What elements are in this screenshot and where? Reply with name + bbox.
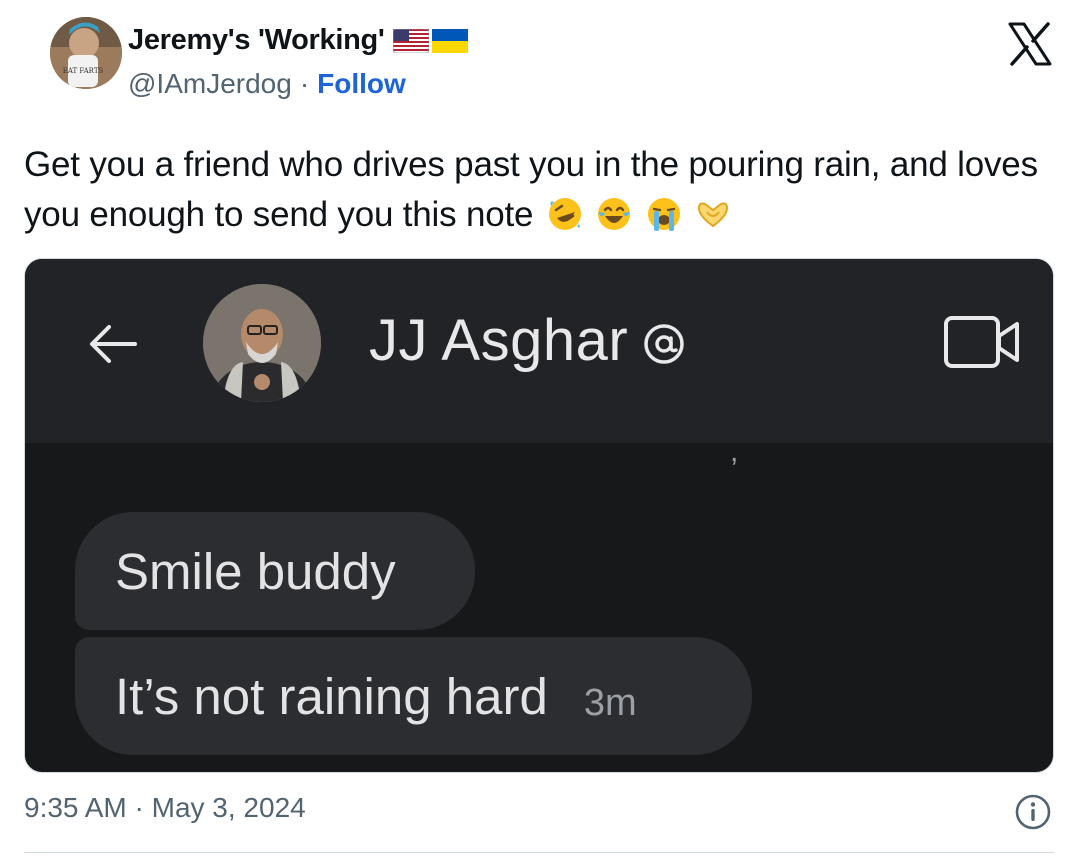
tweet-text: Get you a friend who drives past you in …	[24, 140, 1054, 240]
info-icon[interactable]	[1014, 793, 1052, 831]
x-logo-icon[interactable]	[1006, 20, 1054, 68]
rolling-on-floor-laughing-emoji	[548, 198, 581, 230]
video-call-icon[interactable]	[943, 314, 1021, 370]
author-avatar[interactable]: EAT FARTS	[50, 17, 122, 89]
tweet-body: Get you a friend who drives past you in …	[24, 145, 1038, 234]
message-time: 3m	[583, 681, 637, 724]
flag-group	[392, 28, 468, 53]
message-text: Smile buddy	[115, 542, 396, 600]
message-text: It’s not raining hard	[115, 667, 548, 725]
ukraine-flag-icon	[431, 28, 468, 53]
user-handle[interactable]: @IAmJerdog	[128, 68, 292, 100]
message-bubble[interactable]: It’s not raining hard 3m	[75, 637, 752, 755]
partial-previous-text: ,	[730, 435, 739, 468]
at-sign-icon	[644, 323, 684, 364]
chat-header: JJ Asghar	[25, 259, 1053, 443]
us-flag-icon	[392, 28, 429, 53]
display-name[interactable]: Jeremy's 'Working'	[128, 24, 385, 57]
divider	[24, 852, 1054, 853]
contact-avatar[interactable]	[203, 284, 321, 402]
follow-button[interactable]: Follow	[317, 68, 406, 100]
face-with-tears-of-joy-emoji	[598, 198, 631, 230]
display-name-row[interactable]: Jeremy's 'Working'	[128, 24, 468, 57]
back-arrow-icon[interactable]	[83, 314, 143, 374]
handle-separator: ·	[299, 68, 310, 99]
contact-name-row[interactable]: JJ Asghar	[369, 307, 686, 374]
heart-hands-emoji	[698, 202, 729, 228]
handle-row: @IAmJerdog · Follow	[128, 68, 406, 100]
message-bubble[interactable]: Smile buddy	[75, 512, 475, 630]
tweet-media[interactable]: JJ Asghar , Smile buddy It’s not raining…	[24, 258, 1054, 773]
mug-text: EAT FARTS	[63, 67, 104, 75]
tweet-timestamp[interactable]: 9:35 AM · May 3, 2024	[24, 792, 306, 824]
contact-name[interactable]: JJ Asghar	[369, 307, 628, 374]
loudly-crying-face-emoji	[647, 198, 680, 231]
